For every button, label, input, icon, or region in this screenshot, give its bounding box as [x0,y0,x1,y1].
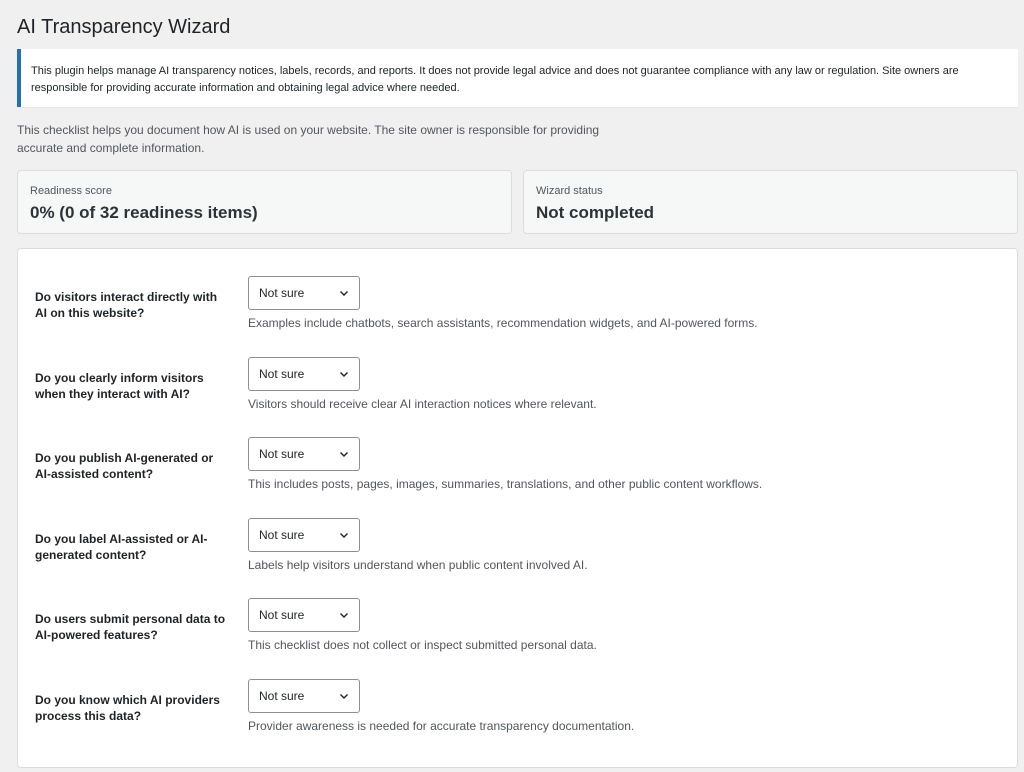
readiness-score-card: Readiness score 0% (0 of 32 readiness it… [17,170,512,234]
question-help-text: Examples include chatbots, search assist… [248,316,758,330]
question-label: Do users submit personal data to AI-powe… [35,612,226,642]
intro-text: This checklist helps you document how AI… [17,123,600,155]
chevron-down-icon [339,288,349,298]
questions-panel: Do visitors interact directly with AI on… [17,248,1018,768]
answer-select-value: Not sure [259,528,305,542]
question-row: Do users submit personal data to AI-powe… [18,598,1017,691]
question-label: Do visitors interact directly with AI on… [35,290,218,320]
question-help-text: This includes posts, pages, images, summ… [248,477,763,491]
answer-select[interactable]: Not sure [248,357,360,391]
wizard-status-value: Not completed [536,203,655,222]
chevron-down-icon [339,369,349,379]
answer-select-value: Not sure [259,367,305,381]
question-row: Do you publish AI-generated or AI-assist… [18,437,1017,530]
question-row: Do you know which AI providers process t… [18,679,1017,772]
question-help-text: Visitors should receive clear AI interac… [248,397,597,411]
question-label: Do you label AI-assisted or AI-generated… [35,532,208,562]
question-label: Do you know which AI providers process t… [35,693,220,723]
chevron-down-icon [339,691,349,701]
chevron-down-icon [339,610,349,620]
question-label: Do you publish AI-generated or AI-assist… [35,451,214,481]
question-label: Do you clearly inform visitors when they… [35,371,204,401]
answer-select[interactable]: Not sure [248,679,360,713]
answer-select-value: Not sure [259,286,305,300]
wizard-status-card: Wizard status Not completed [523,170,1018,234]
answer-select-value: Not sure [259,447,305,461]
question-help-text: Provider awareness is needed for accurat… [248,719,635,733]
answer-select[interactable]: Not sure [248,518,360,552]
question-row: Do visitors interact directly with AI on… [18,276,1017,369]
readiness-score-value: 0% (0 of 32 readiness items) [30,203,258,222]
answer-select[interactable]: Not sure [248,276,360,310]
answer-select[interactable]: Not sure [248,437,360,471]
question-help-text: This checklist does not collect or inspe… [248,638,597,652]
question-row: Do you label AI-assisted or AI-generated… [18,518,1017,611]
chevron-down-icon [339,530,349,540]
answer-select[interactable]: Not sure [248,598,360,632]
page-title: AI Transparency Wizard [17,16,231,38]
answer-select-value: Not sure [259,608,305,622]
question-row: Do you clearly inform visitors when they… [18,357,1017,450]
wizard-status-label: Wizard status [536,185,603,197]
legal-notice-text: This plugin helps manage AI transparency… [31,65,959,94]
question-help-text: Labels help visitors understand when pub… [248,558,588,572]
answer-select-value: Not sure [259,689,305,703]
readiness-score-label: Readiness score [30,185,112,197]
chevron-down-icon [339,449,349,459]
legal-notice: This plugin helps manage AI transparency… [17,49,1018,107]
